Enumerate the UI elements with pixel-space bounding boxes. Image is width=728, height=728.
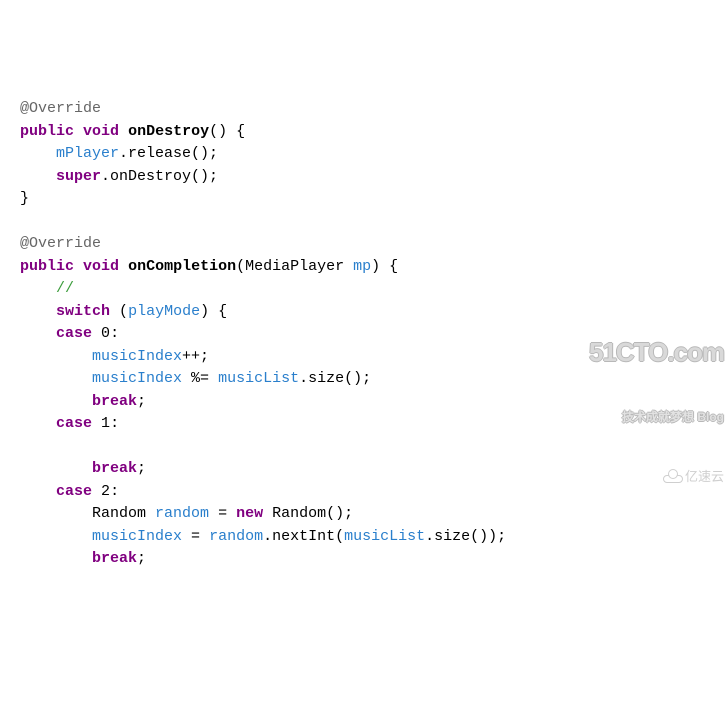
method-ondestroy: onDestroy <box>128 123 209 140</box>
kw-break-2: break <box>92 550 137 567</box>
var-random-use: random <box>209 528 263 545</box>
paren-brace-2: ) { <box>371 258 398 275</box>
kw-void-1: void <box>83 123 119 140</box>
param-mp: mp <box>353 258 371 275</box>
kw-case-2: case <box>56 483 92 500</box>
colon-1: : <box>110 415 119 432</box>
close-brace-1: } <box>20 190 29 207</box>
code-block: @Override public void onDestroy() { mPla… <box>20 98 708 571</box>
kw-break-0: break <box>92 393 137 410</box>
kw-case-1: case <box>56 415 92 432</box>
num-1: 1 <box>101 415 110 432</box>
open-paren: ( <box>236 258 245 275</box>
semi-0: ; <box>137 393 146 410</box>
type-mediaplayer: MediaPlayer <box>245 258 344 275</box>
kw-public-2: public <box>20 258 74 275</box>
comment-line: // <box>56 280 74 297</box>
var-musicindex-3: musicIndex <box>92 528 182 545</box>
kw-public-1: public <box>20 123 74 140</box>
var-mplayer: mPlayer <box>56 145 119 162</box>
var-musicindex-2: musicIndex <box>92 370 182 387</box>
kw-case-0: case <box>56 325 92 342</box>
var-random-decl: random <box>155 505 209 522</box>
var-musiclist-2: musicList <box>344 528 425 545</box>
inc-op: ++; <box>182 348 209 365</box>
colon-2: : <box>110 483 119 500</box>
var-musicindex-1: musicIndex <box>92 348 182 365</box>
call-nextint: .nextInt( <box>263 528 344 545</box>
open-paren-2: ( <box>119 303 128 320</box>
kw-switch: switch <box>56 303 110 320</box>
kw-break-1: break <box>92 460 137 477</box>
mod-eq: %= <box>191 370 209 387</box>
annotation-override-1: @Override <box>20 100 101 117</box>
num-2: 2 <box>101 483 110 500</box>
eq-1: = <box>218 505 227 522</box>
var-musiclist-1: musicList <box>218 370 299 387</box>
eq-2: = <box>191 528 200 545</box>
num-0: 0 <box>101 325 110 342</box>
kw-new: new <box>236 505 263 522</box>
paren-brace-1: () { <box>209 123 245 140</box>
kw-super: super <box>56 168 101 185</box>
semi-2: ; <box>137 550 146 567</box>
call-size-1: .size(); <box>299 370 371 387</box>
kw-void-2: void <box>83 258 119 275</box>
method-oncompletion: onCompletion <box>128 258 236 275</box>
annotation-override-2: @Override <box>20 235 101 252</box>
type-random: Random <box>92 505 146 522</box>
ctor-call: (); <box>326 505 353 522</box>
call-release: .release(); <box>119 145 218 162</box>
semi-1: ; <box>137 460 146 477</box>
colon-0: : <box>110 325 119 342</box>
var-playmode: playMode <box>128 303 200 320</box>
call-ondestroy: .onDestroy(); <box>101 168 218 185</box>
ctor-random: Random <box>272 505 326 522</box>
call-size-2: .size()); <box>425 528 506 545</box>
paren-brace-3: ) { <box>200 303 227 320</box>
